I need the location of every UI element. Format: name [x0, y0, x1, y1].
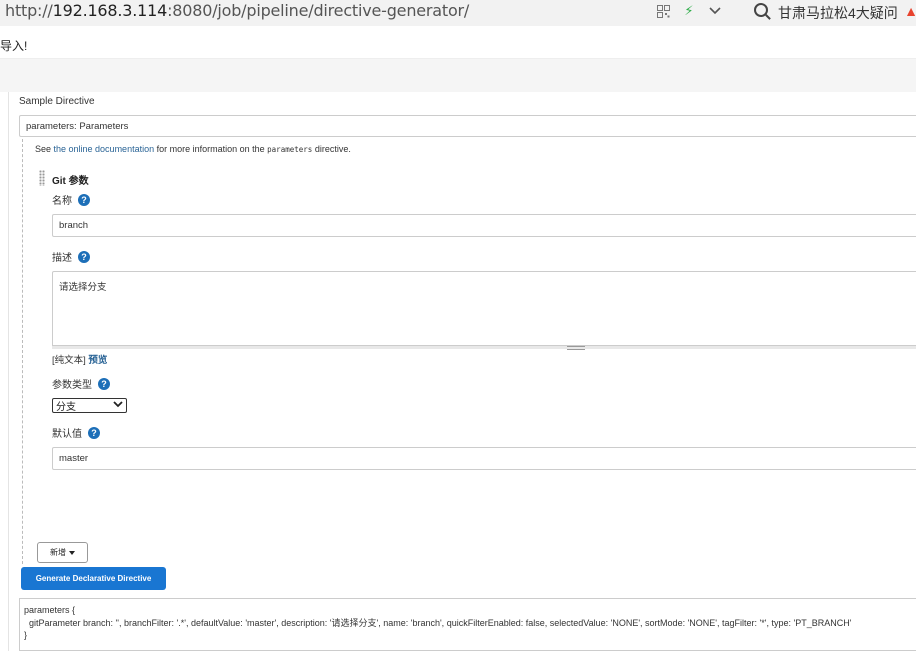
- browser-search-box[interactable]: 甘肃马拉松4大疑问 ▲: [748, 0, 916, 24]
- header-strip: [0, 58, 916, 92]
- lightning-icon[interactable]: ⚡: [681, 3, 697, 19]
- drag-handle[interactable]: [39, 170, 45, 186]
- import-notice: 导入!: [0, 39, 28, 53]
- documentation-note: See the online documentation for more in…: [35, 144, 351, 154]
- default-value-input[interactable]: master: [52, 447, 916, 470]
- format-toggle: [纯文本] 预览: [52, 355, 108, 366]
- online-documentation-link[interactable]: the online documentation: [54, 144, 155, 154]
- browser-toolbar: http://192.168.3.114:8080/job/pipeline/d…: [0, 0, 916, 26]
- name-label: 名称 ?: [52, 192, 90, 207]
- preview-link[interactable]: 预览: [88, 355, 107, 366]
- chevron-down-icon[interactable]: [707, 3, 723, 19]
- generate-directive-button[interactable]: Generate Declarative Directive: [21, 567, 166, 590]
- caret-down-icon: [69, 548, 75, 557]
- git-parameter-title: Git 参数: [52, 176, 89, 187]
- sample-directive-select[interactable]: parameters: Parameters: [19, 115, 916, 137]
- description-label: 描述 ?: [52, 249, 90, 264]
- help-icon[interactable]: ?: [78, 193, 90, 206]
- directive-config-panel: [22, 139, 916, 564]
- search-suggestion: 甘肃马拉松4大疑问: [778, 5, 898, 21]
- parameter-type-label: 参数类型 ?: [52, 376, 110, 391]
- help-icon[interactable]: ?: [98, 377, 110, 390]
- textarea-resize-handle[interactable]: [52, 345, 916, 350]
- url-text: http://192.168.3.114:8080/job/pipeline/d…: [5, 1, 470, 20]
- generated-directive-output[interactable]: parameters { gitParameter branch: '', br…: [19, 598, 916, 651]
- add-button[interactable]: 新增: [37, 542, 88, 563]
- help-icon[interactable]: ?: [78, 250, 90, 263]
- default-value-label: 默认值 ?: [52, 425, 100, 440]
- chevron-down-icon: [113, 401, 123, 410]
- name-input[interactable]: branch: [52, 214, 916, 237]
- divider: [8, 92, 9, 651]
- parameter-type-select[interactable]: 分支: [52, 398, 127, 413]
- help-icon[interactable]: ?: [88, 426, 100, 439]
- sample-directive-label: Sample Directive: [19, 96, 95, 107]
- qr-code-icon[interactable]: [655, 3, 671, 19]
- fire-icon: ▲: [904, 3, 916, 19]
- description-textarea[interactable]: 请选择分支: [52, 271, 916, 349]
- search-icon: [754, 3, 768, 17]
- address-bar[interactable]: http://192.168.3.114:8080/job/pipeline/d…: [0, 0, 734, 24]
